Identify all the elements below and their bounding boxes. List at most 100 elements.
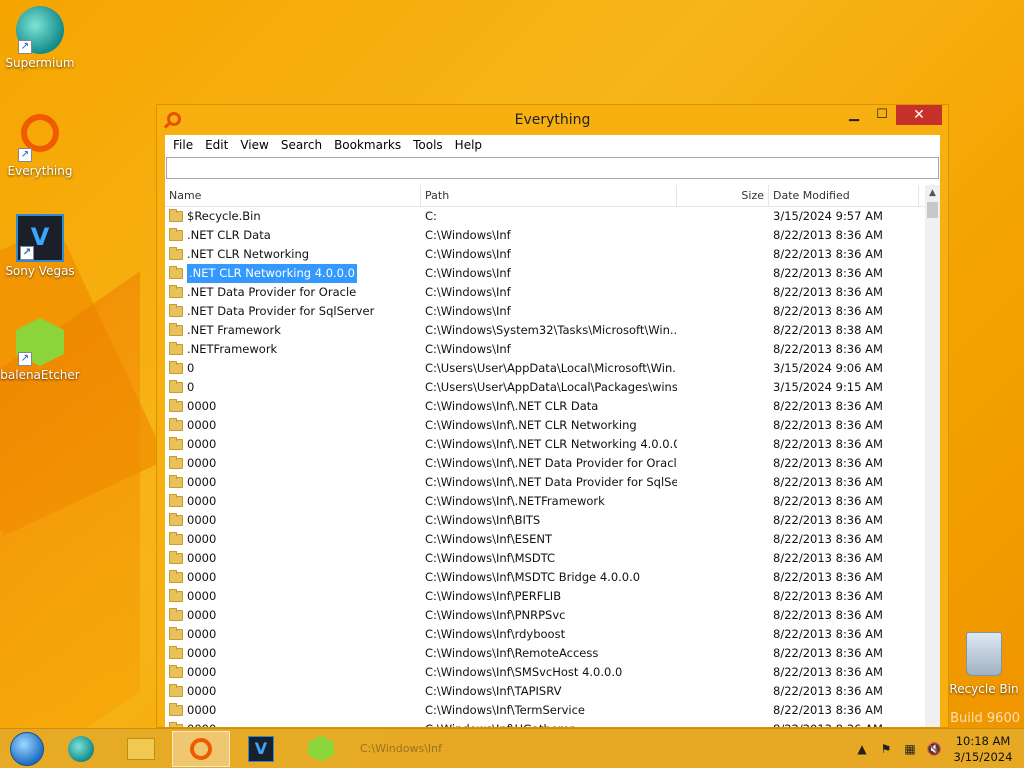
taskbar: V C:\Windows\Inf ▲ ⚑ ▦ 🔇 10:18 AM 3/15/2… [0, 728, 1024, 768]
desktop-icon-everything[interactable]: ↗ Everything [0, 110, 80, 178]
cell-name: 0000 [165, 492, 421, 511]
file-name: 0000 [187, 589, 217, 603]
title-bar[interactable]: Everything ▁ ☐ ✕ [157, 105, 948, 135]
table-row[interactable]: 0000 C:\Windows\Inf\RemoteAccess 8/22/2013… [165, 644, 925, 663]
table-row[interactable]: 0000 C:\Windows\Inf\UGatherer 8/22/2013 8:… [165, 720, 925, 727]
folder-icon [169, 437, 183, 450]
file-name: 0000 [187, 494, 217, 508]
table-row[interactable]: 0000 C:\Windows\Inf\TermService 8/22/2013 … [165, 701, 925, 720]
desktop-icon-supermium[interactable]: ↗ Supermium [0, 6, 80, 70]
cell-date-modified: 8/22/2013 8:36 AM [773, 247, 883, 261]
minimize-button[interactable]: ▁ [840, 105, 868, 125]
taskbar-sony-vegas[interactable]: V [232, 731, 290, 767]
folder-icon [169, 494, 183, 507]
volume-muted-icon[interactable]: 🔇 [925, 742, 943, 756]
cell-date-modified: 8/22/2013 8:36 AM [773, 285, 883, 299]
table-row[interactable]: 0000 C:\Windows\Inf\BITS 8/22/2013 8:36 AM [165, 511, 925, 530]
folder-icon [169, 665, 183, 678]
table-row[interactable]: 0000 C:\Windows\Inf\PNRPSvc 8/22/2013 8:36… [165, 606, 925, 625]
clock[interactable]: 10:18 AM 3/15/2024 [946, 733, 1020, 765]
table-row[interactable]: .NET Framework C:\Windows\System32\Tasks\… [165, 321, 925, 340]
clock-time: 10:18 AM [955, 734, 1011, 748]
clock-date: 3/15/2024 [953, 750, 1013, 764]
column-size[interactable]: Size [677, 185, 769, 206]
cell-name: 0000 [165, 454, 421, 473]
menu-edit[interactable]: Edit [199, 138, 234, 152]
table-row[interactable]: .NET Data Provider for SqlServer C:\Windo… [165, 302, 925, 321]
table-row[interactable]: 0000 C:\Windows\Inf\.NET CLR Data 8/22/201… [165, 397, 925, 416]
menu-file[interactable]: File [167, 138, 199, 152]
folder-icon [169, 722, 183, 727]
table-row[interactable]: 0000 C:\Windows\Inf\.NETFramework 8/22/201… [165, 492, 925, 511]
close-button[interactable]: ✕ [896, 105, 942, 125]
menu-tools[interactable]: Tools [407, 138, 449, 152]
flag-icon[interactable]: ⚑ [877, 742, 895, 756]
folder-icon [169, 418, 183, 431]
cell-date-modified: 8/22/2013 8:36 AM [773, 627, 883, 641]
table-row[interactable]: .NETFramework C:\Windows\Inf 8/22/2013 8:3… [165, 340, 925, 359]
menu-bookmarks[interactable]: Bookmarks [328, 138, 407, 152]
chevron-up-icon[interactable]: ▲ [853, 742, 871, 756]
sony-vegas-icon: V [248, 735, 274, 762]
cell-name: .NET Data Provider for SqlServer [165, 302, 421, 321]
cell-date-modified: 8/22/2013 8:36 AM [769, 720, 919, 727]
taskbar-everything[interactable] [172, 730, 230, 767]
desktop-icon-balenaetcher[interactable]: ↗ balenaEtcher [0, 318, 80, 382]
menu-search[interactable]: Search [275, 138, 328, 152]
cell-path: C:\Windows\Inf [425, 304, 511, 318]
everything-icon: ↗ [16, 114, 64, 162]
network-icon[interactable]: ▦ [901, 742, 919, 756]
cell-size [677, 663, 769, 682]
table-row[interactable]: 0000 C:\Windows\Inf\rdyboost 8/22/2013 8:3… [165, 625, 925, 644]
scroll-thumb[interactable] [927, 202, 938, 218]
search-input[interactable] [166, 157, 939, 179]
menu-help[interactable]: Help [449, 138, 488, 152]
cell-size [677, 245, 769, 264]
shortcut-arrow-icon: ↗ [18, 40, 32, 54]
table-row[interactable]: 0 C:\Users\User\AppData\Local\Microsoft\W… [165, 359, 925, 378]
table-row[interactable]: 0000 C:\Windows\Inf\SMSvcHost 4.0.0.0 8/22… [165, 663, 925, 682]
column-date-modified[interactable]: Date Modified [769, 185, 919, 206]
column-header: Name Path Size Date Modified [165, 185, 940, 207]
desktop-icon-sony-vegas[interactable]: V ↗ Sony Vegas [0, 214, 80, 278]
vertical-scrollbar[interactable]: ▲ [925, 185, 940, 727]
table-row[interactable]: 0 C:\Users\User\AppData\Local\Packages\wi… [165, 378, 925, 397]
table-row[interactable]: 0000 C:\Windows\Inf\.NET CLR Networking 4… [165, 435, 925, 454]
table-row[interactable]: 0000 C:\Windows\Inf\MSDTC Bridge 4.0.0.0 8… [165, 568, 925, 587]
scroll-up-icon[interactable]: ▲ [925, 185, 940, 201]
cell-name: 0000 [165, 568, 421, 587]
table-row[interactable]: 0000 C:\Windows\Inf\ESENT 8/22/2013 8:36 A… [165, 530, 925, 549]
table-row[interactable]: 0000 C:\Windows\Inf\PERFLIB 8/22/2013 8:36… [165, 587, 925, 606]
file-name: .NET CLR Networking 4.0.0.0 [187, 264, 357, 283]
sony-vegas-icon: V ↗ [16, 214, 64, 262]
table-row[interactable]: .NET Data Provider for Oracle C:\Windows\… [165, 283, 925, 302]
cell-size [677, 359, 769, 378]
cell-path: C:\Windows\Inf\.NET CLR Networking [425, 418, 637, 432]
table-row[interactable]: .NET CLR Data C:\Windows\Inf 8/22/2013 8:3… [165, 226, 925, 245]
cell-size [677, 682, 769, 701]
taskbar-file-explorer[interactable] [112, 731, 170, 767]
table-row[interactable]: 0000 C:\Windows\Inf\TAPISRV 8/22/2013 8:36… [165, 682, 925, 701]
recycle-bin-icon [960, 632, 1008, 680]
table-row[interactable]: .NET CLR Networking 4.0.0.0 C:\Windows\In… [165, 264, 925, 283]
column-name[interactable]: Name [165, 185, 421, 206]
cell-path: C:\Windows\Inf\BITS [425, 513, 541, 527]
cell-size [677, 378, 769, 397]
table-row[interactable]: 0000 C:\Windows\Inf\MSDTC 8/22/2013 8:36 A… [165, 549, 925, 568]
desktop-icon-recycle-bin[interactable]: Recycle Bin [944, 632, 1024, 696]
maximize-button[interactable]: ☐ [868, 105, 896, 125]
table-row[interactable]: 0000 C:\Windows\Inf\.NET Data Provider fo… [165, 473, 925, 492]
cell-name: 0000 [165, 644, 421, 663]
column-path[interactable]: Path [421, 185, 677, 206]
table-row[interactable]: $Recycle.Bin C: 3/15/2024 9:57 AM [165, 207, 925, 226]
start-button[interactable] [10, 731, 44, 766]
cell-name: 0 [165, 378, 421, 397]
cell-path: C:\Windows\Inf\MSDTC [425, 551, 556, 565]
table-row[interactable]: 0000 C:\Windows\Inf\.NET CLR Networking 8/… [165, 416, 925, 435]
shortcut-arrow-icon: ↗ [20, 246, 34, 260]
taskbar-supermium[interactable] [52, 731, 110, 767]
table-row[interactable]: .NET CLR Networking C:\Windows\Inf 8/22/20… [165, 245, 925, 264]
menu-view[interactable]: View [234, 138, 274, 152]
taskbar-balenaetcher[interactable] [292, 731, 350, 767]
table-row[interactable]: 0000 C:\Windows\Inf\.NET Data Provider fo… [165, 454, 925, 473]
